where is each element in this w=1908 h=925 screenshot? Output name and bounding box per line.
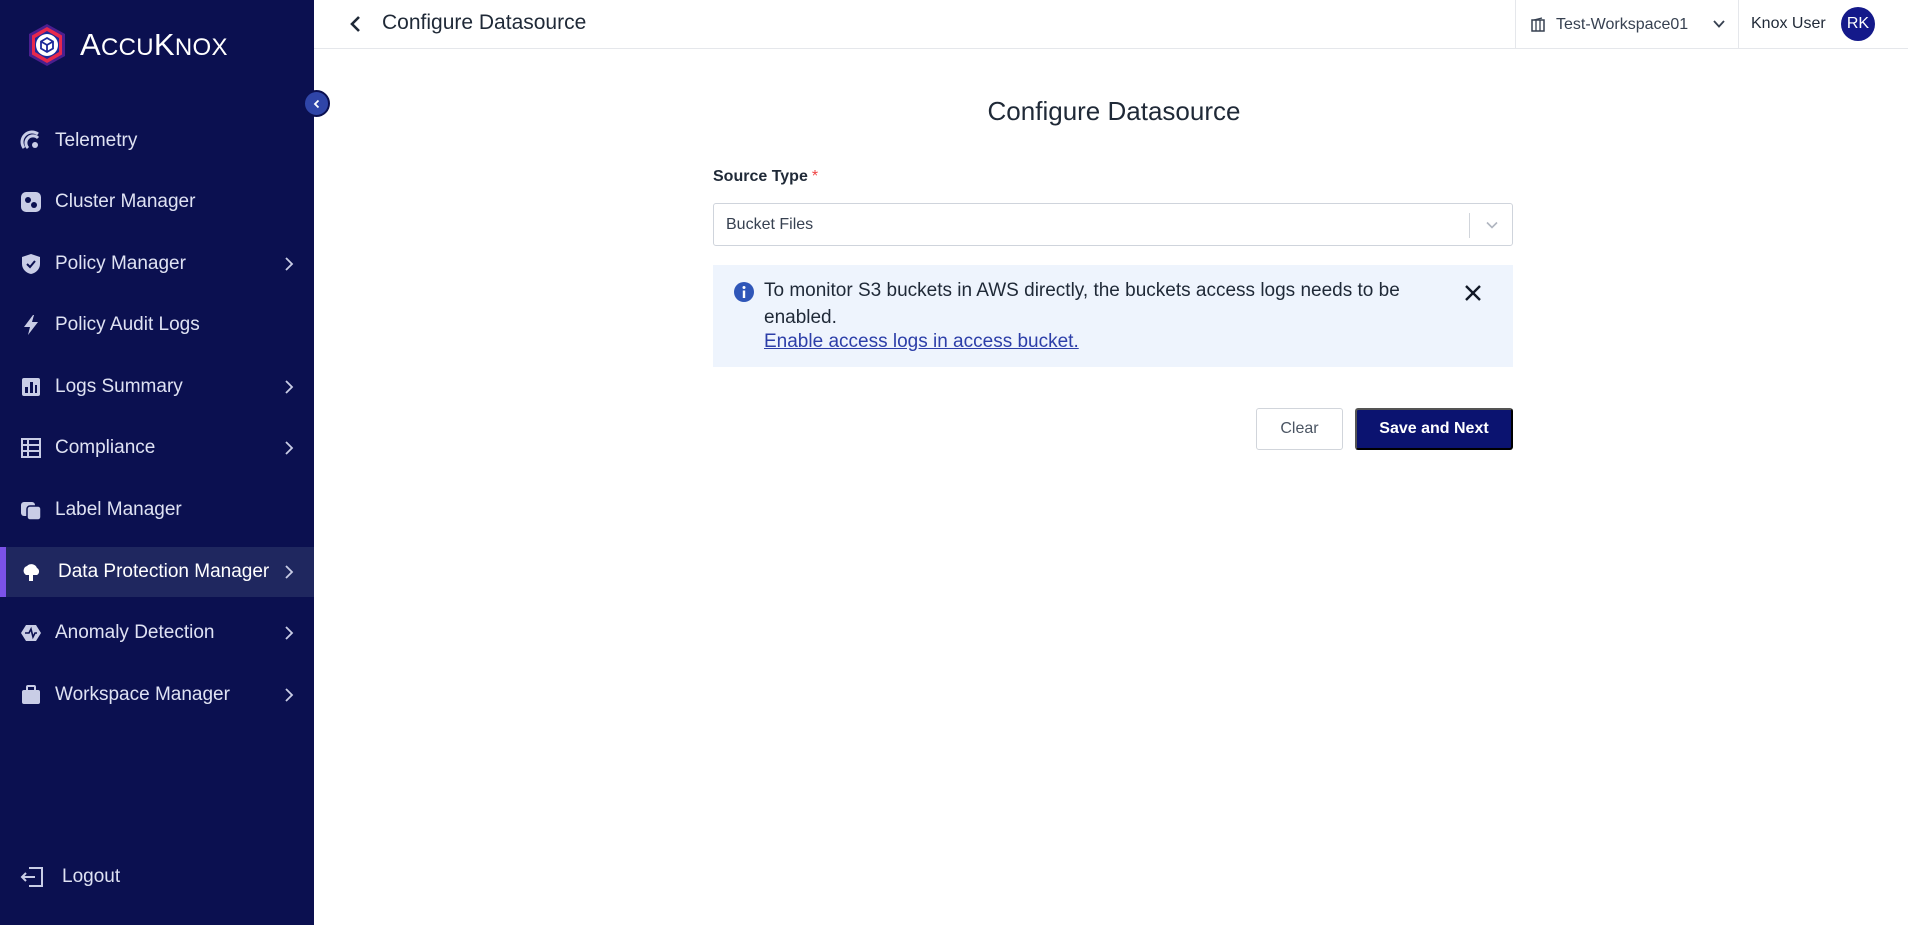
sidebar-item-label: Label Manager	[55, 498, 182, 520]
sidebar-item-label: Anomaly Detection	[55, 622, 215, 644]
sidebar-item-label: Workspace Manager	[55, 683, 230, 705]
sidebar-item-anomaly-detection[interactable]: Anomaly Detection	[0, 603, 314, 665]
sidebar-item-policy-audit-logs[interactable]: Policy Audit Logs	[0, 295, 314, 357]
save-and-next-button[interactable]: Save and Next	[1355, 408, 1513, 450]
sidebar-item-cluster-manager[interactable]: Cluster Manager	[0, 172, 314, 234]
sidebar-item-label: Policy Audit Logs	[55, 314, 200, 336]
chevron-right-icon	[285, 688, 294, 702]
workspace-name: Test-Workspace01	[1556, 15, 1689, 33]
table-icon	[20, 437, 42, 459]
sidebar-nav: Telemetry Cluster Manager Policy Manager…	[0, 110, 314, 726]
bolt-icon	[20, 314, 42, 336]
sidebar-item-label: Data Protection Manager	[58, 560, 270, 582]
sidebar-item-label-manager[interactable]: Label Manager	[0, 479, 314, 541]
chevron-left-icon	[350, 16, 360, 32]
chevron-right-icon	[285, 626, 294, 640]
workspace-select[interactable]: Test-Workspace01	[1515, 0, 1739, 49]
logout-label: Logout	[62, 866, 121, 887]
sidebar-item-policy-manager[interactable]: Policy Manager	[0, 233, 314, 295]
briefcase-icon	[20, 684, 42, 706]
telemetry-icon	[20, 130, 42, 152]
shield-icon	[20, 253, 42, 275]
sidebar-item-data-protection-manager[interactable]: Data Protection Manager	[0, 546, 314, 597]
label-icon	[20, 499, 42, 521]
data-protection-icon	[20, 561, 42, 583]
building-icon	[1531, 16, 1545, 32]
source-type-label: Source Type *	[713, 168, 819, 185]
logout-icon	[20, 867, 43, 887]
sidebar-item-label: Telemetry	[55, 129, 138, 151]
alert-close-button[interactable]	[1461, 281, 1485, 305]
chevron-left-icon	[313, 99, 319, 108]
info-alert: To monitor S3 buckets in AWS directly, t…	[713, 265, 1513, 367]
alert-message: To monitor S3 buckets in AWS directly, t…	[764, 280, 1400, 328]
anomaly-icon	[20, 622, 42, 644]
select-divider	[1469, 213, 1470, 238]
sidebar: ACCUKNOX Telemetry Cluster Manager Polic…	[0, 0, 314, 925]
info-icon	[734, 282, 754, 302]
top-header: Configure Datasource Test-Workspace01 Kn…	[314, 0, 1908, 49]
chevron-down-icon	[1713, 20, 1725, 28]
sidebar-item-compliance[interactable]: Compliance	[0, 418, 314, 480]
chevron-right-icon	[285, 380, 294, 394]
page-title: Configure Datasource	[382, 11, 587, 34]
required-asterisk: *	[811, 168, 819, 185]
sidebar-item-label: Logs Summary	[55, 375, 183, 397]
accuknox-logo-icon	[29, 24, 65, 66]
avatar[interactable]: RK	[1841, 7, 1875, 41]
source-type-value: Bucket Files	[726, 215, 814, 233]
sidebar-item-workspace-manager[interactable]: Workspace Manager	[0, 664, 314, 726]
brand-name: ACCUKNOX	[80, 27, 228, 62]
chevron-right-icon	[285, 564, 294, 579]
sidebar-item-telemetry[interactable]: Telemetry	[0, 110, 314, 172]
chevron-down-icon	[1486, 221, 1498, 229]
close-icon	[1465, 285, 1481, 301]
enable-access-logs-link[interactable]: Enable access logs in access bucket.	[764, 331, 1079, 353]
accuknox-logo[interactable]: ACCUKNOX	[24, 22, 228, 68]
sidebar-collapse-button[interactable]	[303, 90, 330, 117]
sidebar-item-label: Cluster Manager	[55, 191, 196, 213]
clear-button[interactable]: Clear	[1256, 408, 1343, 450]
source-type-select[interactable]: Bucket Files	[713, 203, 1513, 246]
sidebar-item-logs-summary[interactable]: Logs Summary	[0, 356, 314, 418]
cluster-icon	[20, 191, 42, 213]
chevron-right-icon	[285, 257, 294, 271]
user-name: Knox User	[1751, 15, 1826, 32]
logout-button[interactable]: Logout	[20, 866, 120, 888]
sidebar-item-label: Policy Manager	[55, 252, 186, 274]
sidebar-item-label: Compliance	[55, 437, 156, 459]
chevron-right-icon	[285, 441, 294, 455]
back-button[interactable]	[344, 12, 368, 36]
bar-chart-icon	[20, 376, 42, 398]
form-title: Configure Datasource	[987, 96, 1241, 126]
